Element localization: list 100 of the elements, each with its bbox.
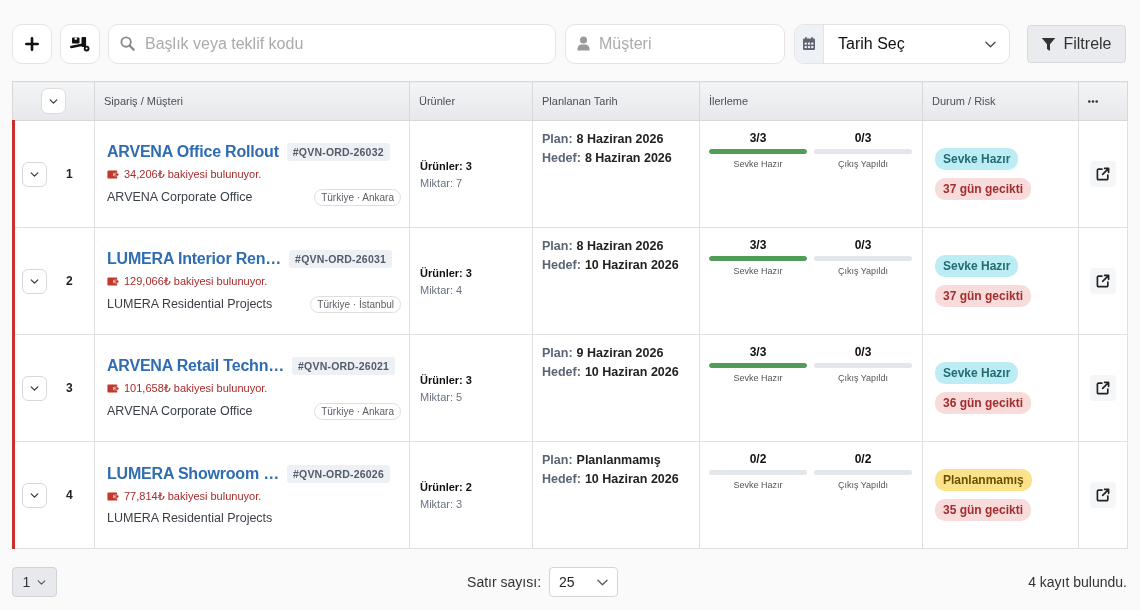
progress-label: Sevke Hazır [733, 373, 783, 383]
chevron-down-icon [30, 385, 39, 391]
hand-truck-icon [70, 36, 90, 52]
row-number: 2 [66, 274, 73, 288]
chevron-down-icon [30, 278, 39, 284]
quantity-text: Miktar: 7 [420, 176, 464, 189]
external-link-icon [1096, 488, 1110, 502]
open-button[interactable] [1090, 268, 1116, 294]
date-value: 10 Haziran 2026 [584, 258, 679, 272]
progress-label: Çıkış Yapıldı [837, 266, 889, 276]
expand-all-button[interactable] [41, 88, 66, 114]
wallet-icon [107, 276, 119, 286]
filter-button[interactable]: Filtrele [1027, 25, 1126, 63]
progress-label: Sevke Hazır [733, 159, 783, 169]
status-tag: Sevke Hazır [935, 255, 1019, 277]
order-title-link[interactable]: ARVENA Retail Techn… [107, 356, 285, 375]
column-header: İlerleme [699, 81, 923, 121]
order-code: #QVN-ORD-26031 [289, 249, 392, 268]
open-button[interactable] [1090, 375, 1116, 401]
date-label: Plan: [542, 239, 573, 253]
order-code: #QVN-ORD-26032 [286, 142, 390, 161]
row-number: 1 [66, 167, 73, 181]
customer-field[interactable]: Müşteri [565, 24, 785, 64]
column-header: Sipariş / Müşteri [94, 81, 410, 121]
delay-tag: 36 gün gecikti [935, 392, 1032, 414]
chevron-down-icon [597, 578, 609, 586]
row-number: 3 [66, 381, 73, 395]
more-icon[interactable] [1088, 99, 1098, 103]
date-label: Hedef: [542, 365, 581, 379]
wallet-icon [107, 169, 119, 179]
order-title-link[interactable]: LUMERA Showroom … [107, 465, 279, 483]
column-header: Planlanan Tarih [532, 81, 700, 121]
add-button[interactable] [12, 24, 52, 64]
date-label: Hedef: [542, 151, 581, 165]
progress-count: 3/3 [749, 238, 767, 252]
date-value: 8 Haziran 2026 [576, 132, 664, 146]
expand-button[interactable] [22, 268, 47, 294]
order-title-link[interactable]: LUMERA Interior Ren… [107, 249, 282, 268]
expand-button[interactable] [22, 375, 47, 401]
balance-text: 34,206₺ bakiyesi bulunuyor. [124, 167, 262, 181]
progress-count: 0/2 [749, 452, 767, 466]
date-select[interactable]: Tarih Seç [794, 24, 1010, 64]
order-code: #QVN-ORD-26026 [287, 465, 390, 483]
quantity-text: Miktar: 5 [420, 390, 464, 403]
row-number: 4 [66, 488, 73, 502]
chevron-down-icon [30, 492, 39, 498]
location-tag: Türkiye · Ankara [314, 402, 401, 420]
shipment-button[interactable] [60, 24, 100, 64]
status-tag: Sevke Hazır [935, 362, 1019, 384]
product-count: Ürünler: 2 [420, 480, 473, 493]
progress-label: Sevke Hazır [733, 480, 783, 490]
date-value: 9 Haziran 2026 [576, 346, 664, 360]
progress-count: 3/3 [749, 345, 767, 359]
external-link-icon [1096, 274, 1110, 288]
external-link-icon [1096, 381, 1110, 395]
expand-button[interactable] [22, 161, 47, 187]
plus-icon [25, 37, 39, 51]
date-value: 8 Haziran 2026 [584, 151, 672, 165]
quantity-text: Miktar: 4 [420, 283, 464, 296]
progress-count: 0/3 [854, 345, 872, 359]
search-field[interactable]: Başlık veya teklif kodu [108, 24, 556, 64]
status-tag: Sevke Hazır [935, 148, 1019, 170]
location-tag: Türkiye · Ankara [314, 188, 401, 206]
balance-text: 101,658₺ bakiyesi bulunuyor. [124, 381, 268, 395]
status-tag: Planlanmamış [935, 469, 1032, 491]
filter-icon [1041, 36, 1057, 52]
progress-count: 0/2 [854, 452, 872, 466]
order-code: #QVN-ORD-26021 [292, 356, 395, 375]
date-label: Plan: [542, 346, 573, 360]
delay-tag: 37 gün gecikti [935, 285, 1032, 307]
search-icon [120, 36, 135, 51]
wallet-icon [107, 492, 119, 501]
external-link-icon [1096, 167, 1110, 181]
date-label: Plan: [542, 132, 573, 146]
date-value: Planlanmamış [576, 453, 661, 467]
order-title-link[interactable]: ARVENA Office Rollout [107, 142, 279, 161]
progress-count: 3/3 [749, 131, 767, 145]
customer-name: ARVENA Corporate Office [107, 404, 254, 418]
delay-tag: 37 gün gecikti [935, 178, 1032, 200]
page-select[interactable]: 1 [12, 567, 57, 597]
open-button[interactable] [1090, 482, 1116, 508]
progress-label: Çıkış Yapıldı [837, 373, 889, 383]
customer-name: LUMERA Residential Projects [107, 511, 274, 525]
balance-text: 129,066₺ bakiyesi bulunuyor. [124, 274, 268, 288]
rows-per-page-select[interactable]: 25 [549, 567, 619, 597]
chevron-down-icon [49, 98, 58, 104]
open-button[interactable] [1090, 161, 1116, 187]
progress-label: Sevke Hazır [733, 266, 783, 276]
product-count: Ürünler: 3 [420, 266, 473, 279]
chevron-down-icon [37, 579, 47, 585]
date-label: Hedef: [542, 258, 581, 272]
expand-button[interactable] [22, 482, 47, 508]
date-value: 10 Haziran 2026 [584, 472, 679, 486]
quantity-text: Miktar: 3 [420, 497, 464, 510]
balance-text: 77,814₺ bakiyesi bulunuyor. [124, 490, 262, 503]
wallet-icon [107, 383, 119, 393]
date-value: 10 Haziran 2026 [584, 365, 679, 379]
rows-per-page-label: Satır sayısı: [467, 574, 542, 590]
progress-label: Çıkış Yapıldı [837, 480, 889, 490]
person-icon [577, 36, 590, 51]
